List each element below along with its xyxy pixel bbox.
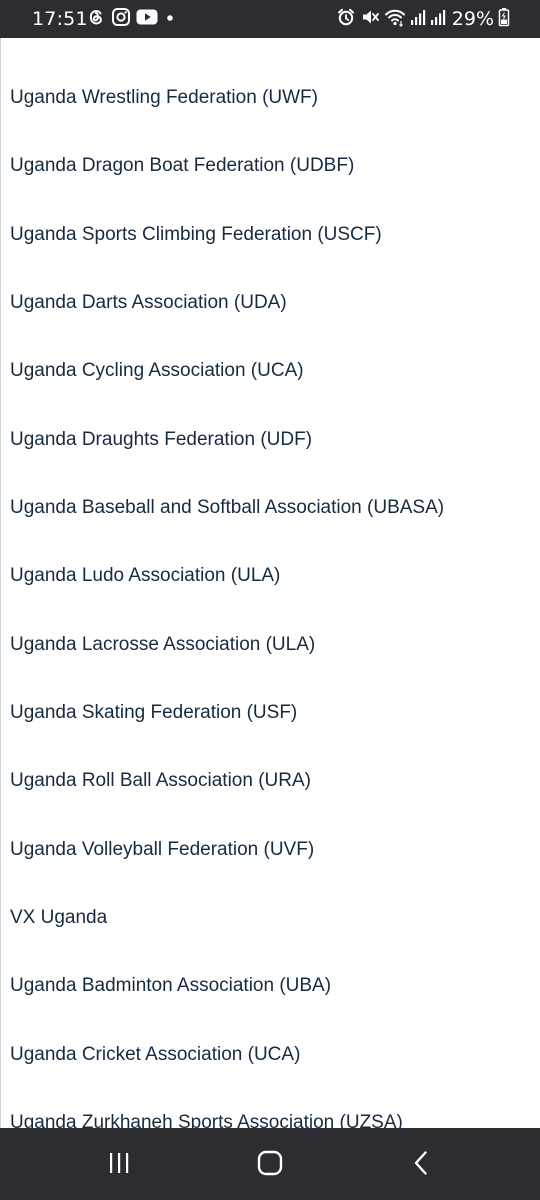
federation-list-page[interactable]: Uganda Wrestling Federation (UWF) Uganda… (0, 38, 540, 1128)
home-button[interactable] (250, 1148, 290, 1182)
federation-list: Uganda Wrestling Federation (UWF) Uganda… (10, 67, 444, 1128)
youtube-icon (136, 8, 158, 30)
signal-icon (410, 8, 426, 30)
battery-icon (498, 7, 510, 31)
dot-icon (163, 10, 177, 29)
wifi-icon (384, 7, 406, 31)
back-icon (411, 1150, 431, 1181)
list-item[interactable]: Uganda Skating Federation (USF) (10, 682, 444, 750)
status-bar: 17:51 29% (0, 0, 540, 38)
list-item[interactable]: Uganda Roll Ball Association (URA) (10, 750, 444, 818)
list-item[interactable]: Uganda Baseball and Softball Association… (10, 477, 444, 545)
list-item[interactable]: Uganda Volleyball Federation (UVF) (10, 819, 444, 887)
status-time: 17:51 (32, 8, 88, 30)
recent-apps-button[interactable] (99, 1148, 139, 1182)
list-item[interactable]: Uganda Badminton Association (UBA) (10, 955, 444, 1023)
list-item[interactable]: Uganda Cycling Association (UCA) (10, 340, 444, 408)
list-item[interactable]: Uganda Darts Association (UDA) (10, 272, 444, 340)
notification-icons (86, 7, 177, 31)
threads-icon (86, 7, 106, 31)
signal-icon (430, 8, 446, 30)
list-item[interactable]: Uganda Zurkhaneh Sports Association (UZS… (10, 1092, 444, 1128)
system-icons: 29% (336, 8, 510, 30)
back-button[interactable] (401, 1148, 441, 1182)
list-item[interactable]: Uganda Lacrosse Association (ULA) (10, 614, 444, 682)
list-item[interactable]: Uganda Dragon Boat Federation (UDBF) (10, 135, 444, 203)
list-item[interactable]: Uganda Cricket Association (UCA) (10, 1024, 444, 1092)
home-icon (257, 1150, 283, 1181)
navigation-bar (0, 1128, 540, 1200)
list-item[interactable]: Uganda Draughts Federation (UDF) (10, 409, 444, 477)
list-item[interactable]: Uganda Sports Climbing Federation (USCF) (10, 204, 444, 272)
list-item[interactable]: Uganda Ludo Association (ULA) (10, 545, 444, 613)
alarm-icon (336, 7, 356, 31)
recent-apps-icon (106, 1151, 132, 1180)
instagram-icon (111, 7, 131, 31)
list-item[interactable]: Uganda Wrestling Federation (UWF) (10, 67, 444, 135)
mute-icon (360, 7, 380, 31)
battery-percent: 29% (451, 8, 494, 30)
list-item[interactable]: VX Uganda (10, 887, 444, 955)
